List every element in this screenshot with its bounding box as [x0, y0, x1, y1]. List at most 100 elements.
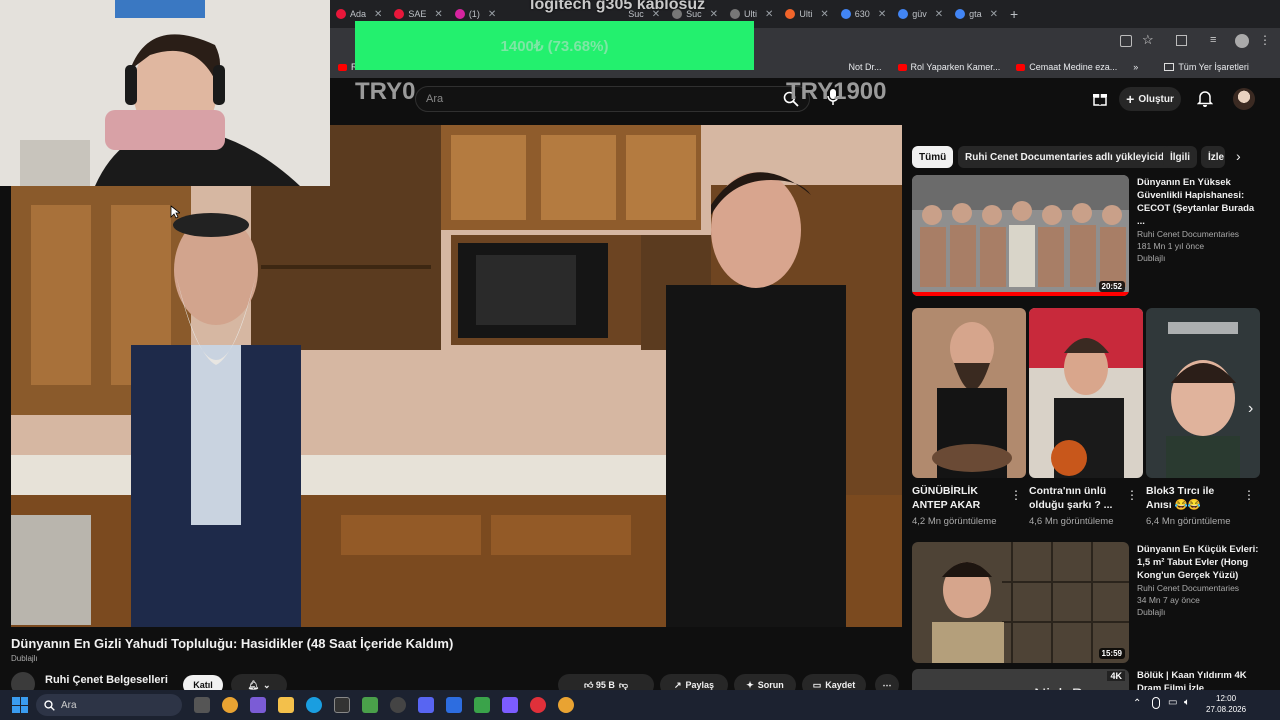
windows-start-icon[interactable]	[12, 697, 28, 713]
close-tab-icon[interactable]: ✕	[878, 9, 886, 20]
short-thumbnail[interactable]	[1029, 308, 1143, 478]
notifications-icon[interactable]	[1196, 90, 1214, 112]
short-thumbnail[interactable]	[1146, 308, 1260, 478]
recommended-title[interactable]: Bölük | Kaan Yıldırım 4K Dram Filmi İzle	[1137, 669, 1262, 690]
bookmark-item[interactable]: Cemaat Medine eza...	[1008, 62, 1125, 72]
chip-related[interactable]: İlgili	[1163, 146, 1197, 168]
profile-icon[interactable]	[1235, 34, 1249, 48]
video-thumbnail[interactable]: 15:59	[912, 542, 1129, 663]
close-tab-icon[interactable]: ✕	[820, 9, 828, 20]
save-icon: ▭	[812, 679, 822, 690]
gift-icon[interactable]	[1092, 90, 1108, 106]
all-bookmarks-folder[interactable]: Tüm Yer İşaretleri	[1156, 62, 1257, 72]
app-icon[interactable]	[446, 697, 462, 713]
like-button[interactable]: 👍︎ 95 B	[584, 680, 615, 691]
more-options-icon[interactable]: ⋮	[1010, 488, 1022, 502]
obs-icon[interactable]	[390, 697, 406, 713]
app-icon[interactable]	[502, 697, 518, 713]
chip-from-uploader[interactable]: Ruhi Cenet Documentaries adlı yükleyicid…	[958, 146, 1183, 168]
recommended-channel: Ruhi Cenet Documentaries	[1137, 229, 1240, 239]
google-icon	[898, 9, 909, 19]
sparkle-icon: ✦	[746, 679, 754, 690]
video-frame	[11, 125, 902, 627]
bell-icon: 🔔︎	[247, 679, 259, 690]
system-clock[interactable]: 12:00 27.08.2026	[1206, 693, 1246, 715]
recommended-title: Dünyanın En Küçük Evleri: 1,5 m² Tabut E…	[1137, 544, 1259, 581]
bookmark-item[interactable]: Not Dr...	[841, 62, 890, 72]
duration-badge: 15:59	[1098, 648, 1125, 659]
chevron-up-icon[interactable]: ⌃	[1133, 698, 1141, 709]
media-icon[interactable]: ≡	[1210, 34, 1216, 46]
google-icon	[840, 9, 851, 19]
browser-tab[interactable]: Ulti ✕	[779, 0, 834, 28]
discord-icon[interactable]	[418, 697, 434, 713]
install-icon[interactable]	[1120, 35, 1132, 47]
search-input[interactable]: Ara	[415, 86, 810, 112]
close-tab-icon[interactable]: ✕	[488, 9, 496, 20]
search-icon	[44, 699, 55, 711]
more-options-icon[interactable]: ⋮	[1126, 488, 1138, 502]
browser-tab[interactable]: güv ✕	[892, 0, 949, 28]
bookmark-star-icon[interactable]: ☆	[1142, 32, 1154, 48]
streamer-camera-feed	[0, 0, 330, 186]
recommended-info[interactable]: Dünyanın En Yüksek Güvenlikli Hapishanes…	[1137, 176, 1262, 264]
thumbnail-image	[912, 542, 1129, 663]
dislike-icon[interactable]: 👎︎	[619, 680, 628, 691]
close-tab-icon[interactable]: ✕	[765, 9, 773, 20]
duration-badge: 20:52	[1098, 281, 1125, 292]
youtube-icon	[338, 63, 347, 71]
recommended-meta: 181 Mn 1 yıl önce	[1137, 241, 1205, 251]
video-player[interactable]	[11, 125, 902, 627]
youtube-icon	[394, 9, 405, 19]
new-tab-icon[interactable]: +	[1004, 0, 1024, 28]
close-tab-icon[interactable]: ✕	[935, 9, 943, 20]
channel-name[interactable]: Ruhi Çenet Belgeselleri	[45, 674, 168, 686]
taskbar-search-input[interactable]: Ara	[36, 694, 182, 716]
chevron-right-icon[interactable]: ›	[1236, 148, 1241, 164]
menu-icon[interactable]: ⋮	[1259, 33, 1271, 47]
chip-all[interactable]: Tümü	[912, 146, 954, 168]
bookmark-item[interactable]: Rol Yaparken Kamer...	[890, 62, 1009, 72]
chrome-icon[interactable]	[222, 697, 238, 713]
terminal-icon[interactable]	[334, 697, 350, 713]
app-icon[interactable]	[530, 697, 546, 713]
short-thumbnail[interactable]	[912, 308, 1026, 478]
close-tab-icon[interactable]: ✕	[434, 9, 442, 20]
dubbed-badge: Dublajlı	[1137, 607, 1166, 617]
display-icon[interactable]: ▭	[1168, 697, 1177, 708]
volume-icon[interactable]: 🔈︎	[1184, 697, 1190, 708]
folder-icon	[1164, 63, 1175, 71]
short-views: 4,6 Mn görüntüleme	[1029, 516, 1114, 527]
chip-watched[interactable]: İzle	[1201, 146, 1225, 168]
4k-badge: 4K	[1107, 671, 1125, 681]
microphone-icon[interactable]	[1152, 697, 1160, 709]
bookmarks-overflow-icon[interactable]: »	[1125, 62, 1146, 72]
web-icon	[785, 9, 796, 19]
edge-icon[interactable]	[306, 697, 322, 713]
chevron-down-icon: ⌄	[262, 679, 271, 690]
close-tab-icon[interactable]: ✕	[710, 9, 718, 20]
mouse-cursor-icon	[170, 205, 182, 224]
browser-tab[interactable]: gta ✕	[949, 0, 1004, 28]
browser-tab[interactable]: 630 ✕	[835, 0, 892, 28]
more-options-icon[interactable]: ⋮	[1243, 488, 1255, 502]
store-icon[interactable]	[362, 697, 378, 713]
close-tab-icon[interactable]: ✕	[374, 9, 382, 20]
create-button[interactable]: + Oluştur	[1119, 87, 1181, 111]
minecraft-icon[interactable]	[474, 697, 490, 713]
chrome-icon[interactable]	[558, 697, 574, 713]
short-views: 4,2 Mn görüntüleme	[912, 516, 997, 527]
avatar[interactable]	[1233, 88, 1255, 110]
chevron-right-icon[interactable]: ›	[1248, 400, 1253, 418]
recommended-info[interactable]: Dünyanın En Küçük Evleri: 1,5 m² Tabut E…	[1137, 543, 1262, 618]
recommended-title: Dünyanın En Yüksek Güvenlikli Hapishanes…	[1137, 177, 1255, 227]
close-tab-icon[interactable]: ✕	[990, 9, 998, 20]
youtube-icon	[897, 63, 907, 71]
recommended-channel: Ruhi Cenet Documentaries	[1137, 583, 1240, 593]
copilot-icon[interactable]	[250, 697, 266, 713]
video-thumbnail[interactable]: 20:52	[912, 175, 1129, 296]
share-icon: ↗	[673, 679, 682, 690]
task-view-icon[interactable]	[194, 697, 210, 713]
extensions-icon[interactable]	[1176, 35, 1187, 46]
file-explorer-icon[interactable]	[278, 697, 294, 713]
